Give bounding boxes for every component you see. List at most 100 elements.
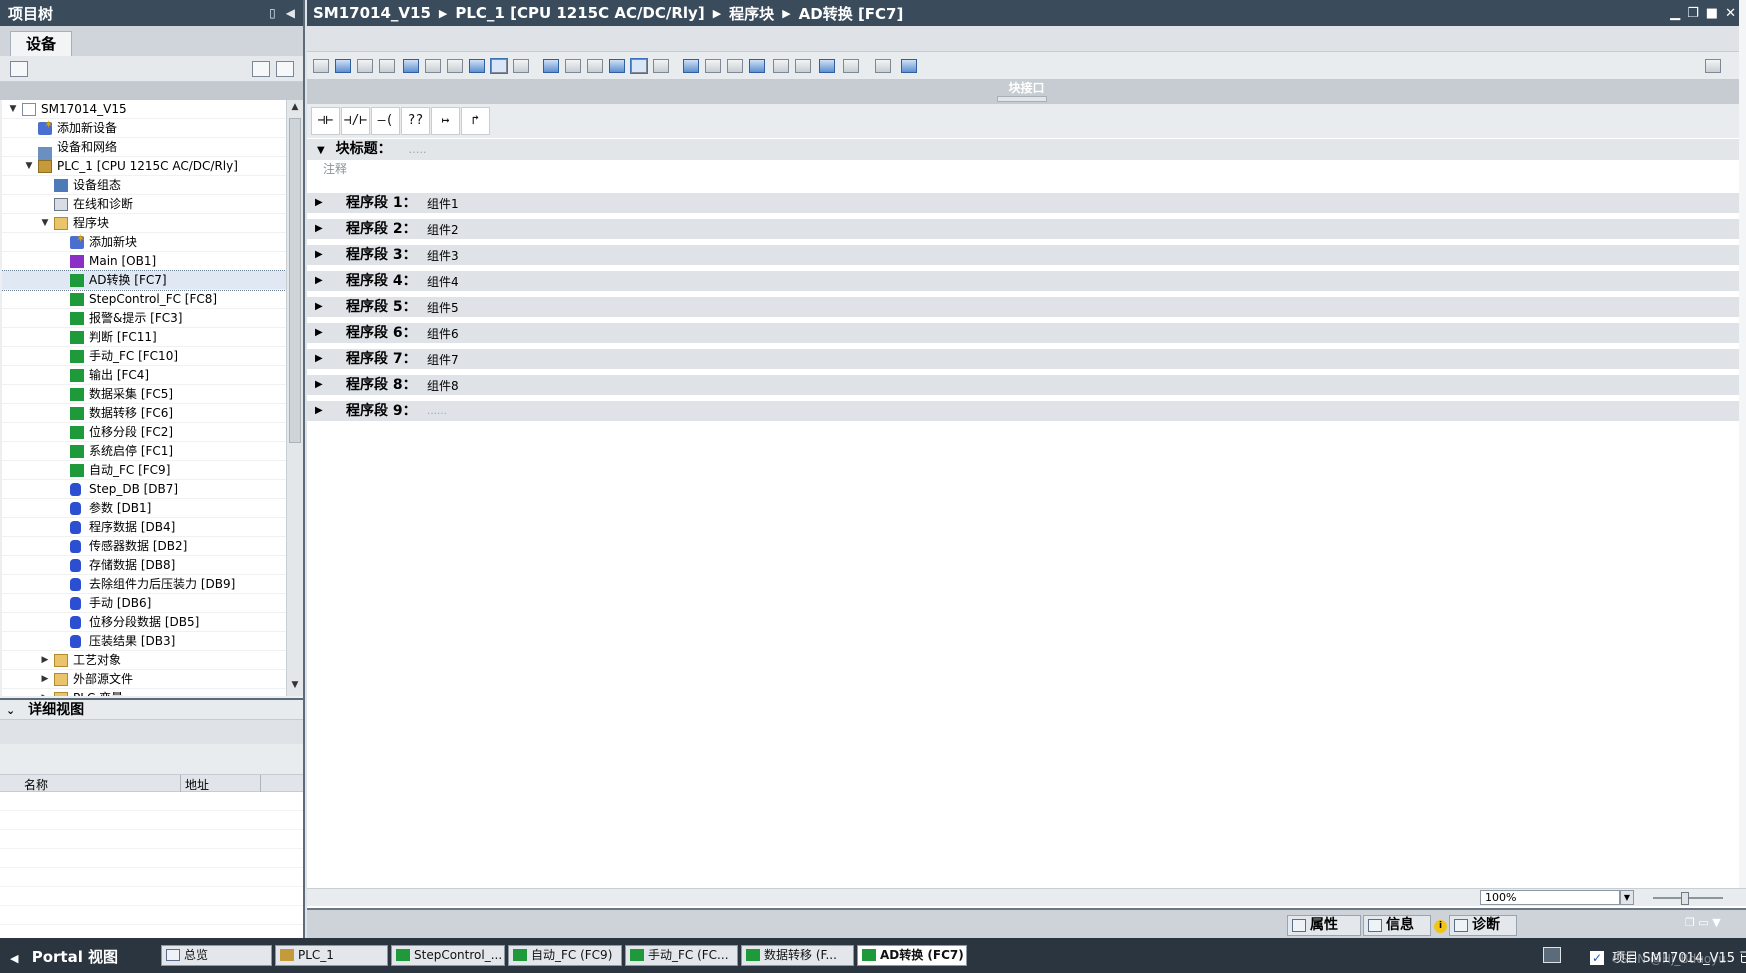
normally-open-contact-button[interactable]: ⊣⊢ — [311, 107, 340, 135]
tree-item[interactable]: Main [OB1] — [2, 252, 286, 271]
expand-network-icon[interactable]: ▶ — [315, 219, 323, 239]
network-row[interactable]: ▶ 程序段 9： …… — [307, 401, 1746, 421]
tree-item[interactable]: 位移分段数据 [DB5] — [2, 613, 286, 632]
expand-network-icon[interactable]: ▶ — [315, 323, 323, 343]
minimize-icon[interactable]: ▁ — [1670, 6, 1680, 21]
network-title[interactable]: 组件5 — [427, 298, 459, 318]
tree-item[interactable]: 传感器数据 [DB2] — [2, 537, 286, 556]
taskbar-tab[interactable]: 总览 — [161, 945, 272, 966]
previous-error-icon[interactable] — [565, 59, 581, 73]
column-header-name[interactable]: 名称 — [24, 776, 48, 793]
expand-network-icon[interactable]: ▶ — [315, 271, 323, 291]
next-error-icon[interactable] — [587, 59, 603, 73]
chevron-down-icon[interactable]: ⌄ — [6, 704, 15, 717]
monitoring-icon[interactable] — [901, 59, 917, 73]
breadcrumb-project[interactable]: SM17014_V15 — [313, 4, 431, 22]
network-title[interactable]: 组件1 — [427, 194, 459, 214]
column-divider[interactable] — [180, 775, 181, 792]
tree-item[interactable]: 程序数据 [DB4] — [2, 518, 286, 537]
tab-diagnostics[interactable]: 诊断 — [1449, 915, 1517, 936]
expand-network-icon[interactable]: ▶ — [315, 193, 323, 213]
network-row[interactable]: ▶ 程序段 2： 组件2 — [307, 219, 1746, 239]
display-favorites-icon[interactable] — [447, 59, 463, 73]
tree-item[interactable]: ▼ PLC_1 [CPU 1215C AC/DC/Rly] — [2, 157, 286, 176]
open-branch-icon[interactable] — [490, 58, 508, 74]
taskbar-tab[interactable]: PLC_1 — [275, 945, 388, 966]
tree-item[interactable]: ▶ 工艺对象 — [2, 651, 286, 670]
tree-item[interactable]: ▶ PLC 变量 — [2, 689, 286, 696]
open-branch-button[interactable]: ↦ — [431, 107, 460, 135]
network-row[interactable]: ▶ 程序段 7： 组件7 — [307, 349, 1746, 369]
tree-item[interactable]: 参数 [DB1] — [2, 499, 286, 518]
monitor-icon[interactable] — [653, 59, 669, 73]
network-title[interactable]: 组件8 — [427, 376, 459, 396]
close-branch-button[interactable]: ↱ — [461, 107, 490, 135]
outdent-icon[interactable] — [749, 59, 765, 73]
tab-devices[interactable]: 设备 — [10, 31, 72, 56]
expanded-triangle-icon[interactable]: ▼ — [40, 214, 50, 233]
append-row-icon[interactable] — [379, 59, 395, 73]
tab-info[interactable]: 信息 — [1363, 915, 1431, 936]
panel-controls-icon[interactable]: ❐ ▭ ▼ — [1685, 916, 1721, 929]
split-view-icon[interactable] — [1705, 59, 1721, 73]
uncomment-icon[interactable] — [705, 59, 721, 73]
scroll-thumb[interactable] — [289, 118, 301, 443]
tree-item[interactable]: 数据采集 [FC5] — [2, 385, 286, 404]
network-title[interactable]: …… — [427, 402, 447, 422]
taskbar-tab[interactable]: StepControl_... — [391, 945, 505, 966]
network-title[interactable]: 组件4 — [427, 272, 459, 292]
tree-item[interactable]: 设备和网络 — [2, 138, 286, 160]
tree-item[interactable]: 自动_FC [FC9] — [2, 461, 286, 480]
output-coil-button[interactable]: –( )– — [371, 107, 400, 154]
network-title[interactable]: 组件3 — [427, 246, 459, 266]
overview-icon[interactable] — [252, 61, 270, 77]
reset-icon[interactable] — [630, 58, 648, 74]
indent-icon[interactable] — [727, 59, 743, 73]
network-row[interactable]: ▶ 程序段 4： 组件4 — [307, 271, 1746, 291]
tree-properties-icon[interactable] — [10, 61, 28, 77]
tree-item[interactable]: AD转换 [FC7] — [2, 270, 286, 291]
tree-item[interactable]: 设备组态 — [2, 176, 286, 195]
breadcrumb-block[interactable]: AD转换 [FC7] — [799, 3, 904, 24]
breadcrumb-program-blocks[interactable]: 程序块 — [729, 3, 774, 24]
tree-item[interactable]: 手动_FC [FC10] — [2, 347, 286, 366]
collapsed-triangle-icon[interactable]: ▶ — [40, 689, 50, 696]
tree-item[interactable]: 输出 [FC4] — [2, 366, 286, 385]
go-to-error-icon[interactable] — [543, 59, 559, 73]
expand-network-icon[interactable]: ▶ — [315, 245, 323, 265]
tree-item[interactable]: 去除组件力后压装力 [DB9] — [2, 575, 286, 594]
expanded-triangle-icon[interactable]: ▼ — [8, 100, 18, 119]
absolute-operand-icon[interactable] — [425, 59, 441, 73]
block-comment-field[interactable]: 注释 — [307, 160, 1746, 187]
insert-row-icon[interactable] — [357, 59, 373, 73]
network-title[interactable]: 组件2 — [427, 220, 459, 240]
tree-item[interactable]: 系统启停 [FC1] — [2, 442, 286, 461]
collapsed-triangle-icon[interactable]: ▶ — [40, 651, 50, 670]
network-row[interactable]: ▶ 程序段 3： 组件3 — [307, 245, 1746, 265]
delete-network-icon[interactable] — [335, 59, 351, 73]
download-icon[interactable] — [875, 59, 891, 73]
insert-network-icon[interactable] — [313, 59, 329, 73]
tree-scrollbar[interactable]: ▲ ▼ — [286, 100, 303, 696]
tree-item[interactable]: 添加新设备 — [2, 115, 286, 138]
expanded-triangle-icon[interactable]: ▼ — [24, 157, 34, 176]
expand-network-icon[interactable]: ▶ — [315, 401, 323, 421]
overview-icon[interactable] — [819, 59, 835, 73]
column-divider[interactable] — [260, 775, 261, 792]
expand-network-icon[interactable]: ▶ — [315, 297, 323, 317]
portal-view-button[interactable]: ◀ Portal 视图 — [10, 946, 118, 967]
detail-view-header[interactable]: ⌄ 详细视图 — [0, 698, 303, 720]
close-branch-icon[interactable] — [513, 59, 529, 73]
collapsed-triangle-icon[interactable]: ▶ — [40, 670, 50, 689]
network-row[interactable]: ▶ 程序段 8： 组件8 — [307, 375, 1746, 395]
collapse-panel-icon[interactable]: ◀ — [286, 6, 295, 20]
tree-refresh-icon[interactable] — [276, 61, 294, 77]
zoom-slider[interactable] — [1653, 892, 1723, 905]
scroll-up-icon[interactable]: ▲ — [289, 102, 301, 116]
scroll-down-icon[interactable]: ▼ — [289, 680, 301, 694]
network-comments-icon[interactable] — [469, 59, 485, 73]
tab-properties[interactable]: 属性 — [1287, 915, 1361, 936]
comment-icon[interactable] — [683, 59, 699, 73]
block-interface-splitter[interactable] — [997, 96, 1047, 102]
column-header-address[interactable]: 地址 — [185, 776, 209, 793]
